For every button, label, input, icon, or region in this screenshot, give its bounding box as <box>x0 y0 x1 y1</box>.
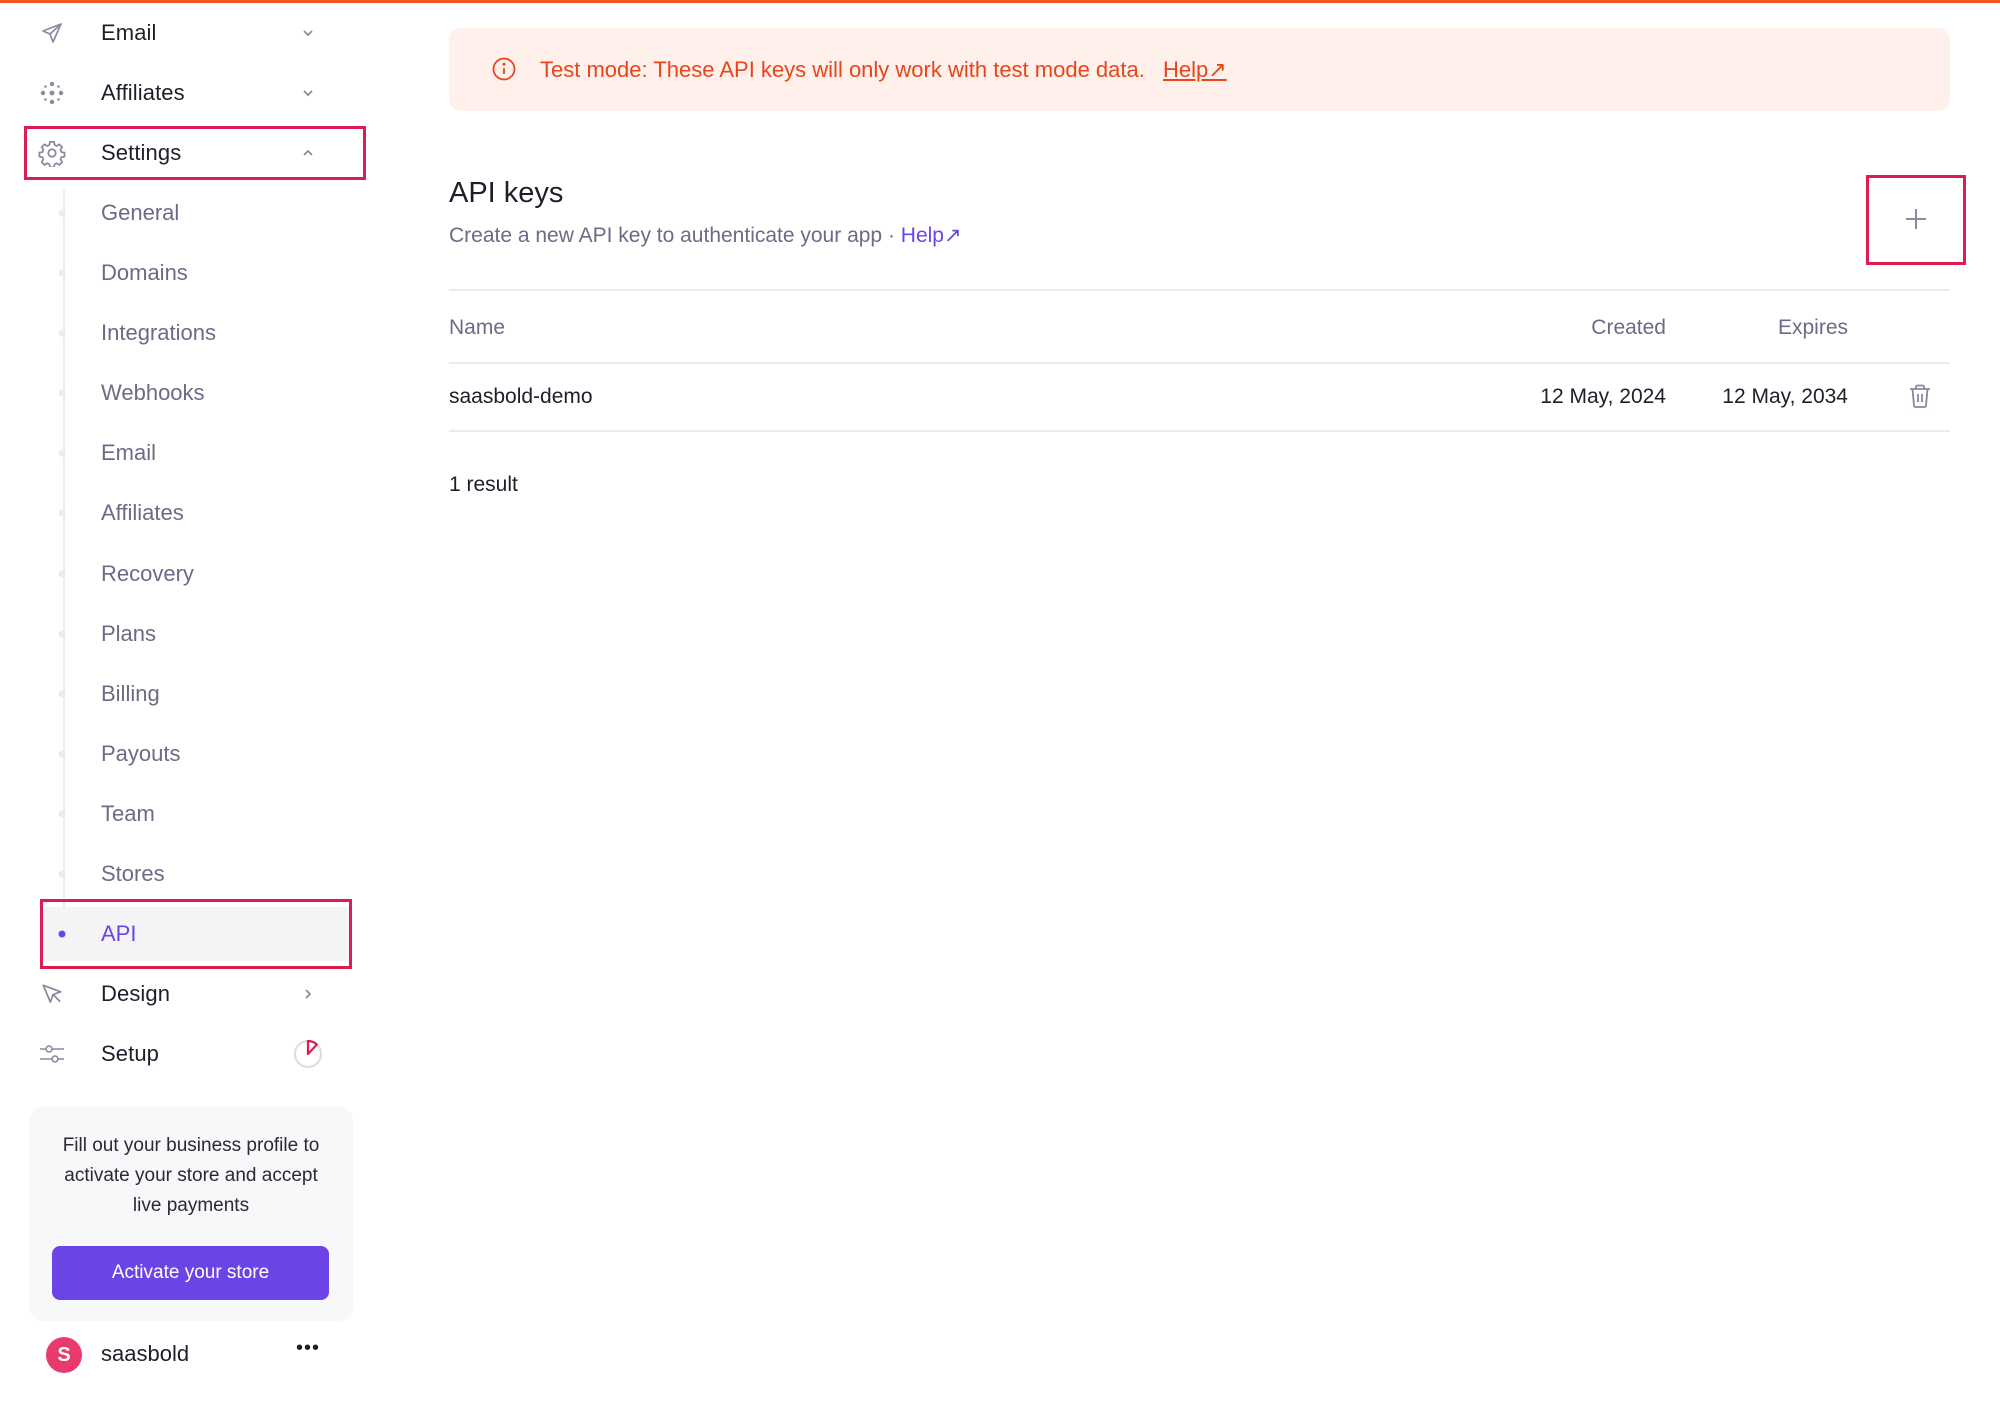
tree-dot <box>58 449 66 457</box>
subtitle-text: Create a new API key to authenticate you… <box>449 224 895 247</box>
sidebar-subitem-domains[interactable]: Domains <box>40 246 352 300</box>
sidebar-subitem-label: Billing <box>101 681 160 706</box>
activate-store-button[interactable]: Activate your store <box>52 1246 329 1300</box>
sidebar-item-setup[interactable]: Setup <box>24 1027 366 1081</box>
tree-dot <box>58 389 66 397</box>
avatar: S <box>46 1337 82 1373</box>
banner-help-link[interactable]: Help↗ <box>1163 57 1227 83</box>
sidebar-subitem-plans[interactable]: Plans <box>40 607 352 661</box>
sidebar-subitem-label: Team <box>101 801 155 826</box>
sidebar-subitem-email[interactable]: Email <box>40 426 352 480</box>
tree-dot <box>58 630 66 638</box>
setup-progress-ring <box>292 1038 324 1070</box>
table-top-divider <box>449 289 1950 291</box>
sidebar-item-email[interactable]: Email <box>24 6 366 60</box>
tree-dot <box>58 570 66 578</box>
api-highlight-box <box>40 899 352 969</box>
tree-dot <box>58 269 66 277</box>
tree-dot <box>58 810 66 818</box>
activation-card: Fill out your business profile to activa… <box>29 1107 353 1321</box>
tree-dot <box>58 750 66 758</box>
sidebar-subitem-stores[interactable]: Stores <box>40 847 352 901</box>
settings-highlight-box <box>24 126 366 180</box>
sliders-icon <box>38 1040 66 1068</box>
sidebar-subitem-label: Integrations <box>101 320 216 345</box>
test-mode-banner: Test mode: These API keys will only work… <box>449 28 1950 111</box>
sidebar-subitem-integrations[interactable]: Integrations <box>40 306 352 360</box>
column-header-name[interactable]: Name <box>449 316 505 340</box>
user-name: saasbold <box>101 1341 190 1366</box>
sidebar-item-label: Design <box>101 981 171 1006</box>
help-label: Help <box>900 224 944 247</box>
sidebar-subitem-label: Stores <box>101 861 165 886</box>
cursor-arrow-icon <box>38 980 66 1008</box>
sidebar-item-label: Email <box>101 20 157 45</box>
add-button-highlight-box <box>1866 175 1966 265</box>
cell-expires: 12 May, 2034 <box>1722 385 1848 408</box>
cell-name: saasbold-demo <box>449 385 593 408</box>
result-count: 1 result <box>449 473 518 496</box>
tree-dot <box>58 870 66 878</box>
tree-dot <box>58 209 66 217</box>
sidebar: Email Affiliates Settings General Domain… <box>0 0 380 1405</box>
chevron-down-icon <box>298 23 318 43</box>
sidebar-subitem-label: Recovery <box>101 561 194 586</box>
sidebar-subitem-label: Webhooks <box>101 380 205 405</box>
table-header-divider <box>449 362 1950 364</box>
sidebar-subitem-payouts[interactable]: Payouts <box>40 727 352 781</box>
sidebar-subitem-affiliates[interactable]: Affiliates <box>40 486 352 540</box>
sidebar-item-label: Setup <box>101 1041 159 1066</box>
banner-text: Test mode: These API keys will only work… <box>540 57 1145 82</box>
send-icon <box>38 19 66 47</box>
info-icon <box>491 56 517 82</box>
sidebar-subitem-label: General <box>101 200 180 225</box>
more-horizontal-icon[interactable]: ••• <box>296 1337 320 1360</box>
sidebar-subitem-recovery[interactable]: Recovery <box>40 547 352 601</box>
subtitle-help-link[interactable]: Help↗ <box>901 224 962 247</box>
activation-card-text: Fill out your business profile to activa… <box>62 1135 320 1216</box>
sidebar-item-label: Affiliates <box>101 80 185 105</box>
sidebar-subitem-label: Payouts <box>101 741 181 766</box>
table-bottom-divider <box>449 430 1950 432</box>
dots-network-icon <box>38 79 66 107</box>
sidebar-subitem-label: Domains <box>101 260 188 285</box>
sidebar-subitem-general[interactable]: General <box>40 186 352 240</box>
tree-dot <box>58 329 66 337</box>
arrow-up-right-icon: ↗ <box>943 224 962 247</box>
trash-icon[interactable] <box>1906 382 1934 410</box>
sidebar-subitem-label: Affiliates <box>101 500 184 525</box>
tree-dot <box>58 690 66 698</box>
sidebar-subitem-billing[interactable]: Billing <box>40 667 352 721</box>
chevron-right-icon <box>298 984 318 1004</box>
chevron-down-icon <box>298 83 318 103</box>
banner-help-label: Help <box>1163 57 1209 82</box>
sidebar-subitem-label: Plans <box>101 621 157 646</box>
column-header-created[interactable]: Created <box>1591 316 1666 340</box>
column-header-expires[interactable]: Expires <box>1778 316 1848 340</box>
user-profile[interactable]: S saasbold ••• <box>24 1327 366 1383</box>
arrow-up-right-icon: ↗ <box>1208 57 1227 82</box>
page-title: API keys <box>449 177 564 209</box>
tree-dot <box>58 509 66 517</box>
page-subtitle: Create a new API key to authenticate you… <box>449 223 962 248</box>
sidebar-item-design[interactable]: Design <box>24 967 366 1021</box>
sidebar-item-affiliates[interactable]: Affiliates <box>24 66 366 120</box>
sidebar-subitem-webhooks[interactable]: Webhooks <box>40 366 352 420</box>
sidebar-subitem-team[interactable]: Team <box>40 787 352 841</box>
progress-ring-fill <box>306 1039 318 1056</box>
sidebar-subitem-label: Email <box>101 440 157 465</box>
cell-created: 12 May, 2024 <box>1540 385 1666 408</box>
